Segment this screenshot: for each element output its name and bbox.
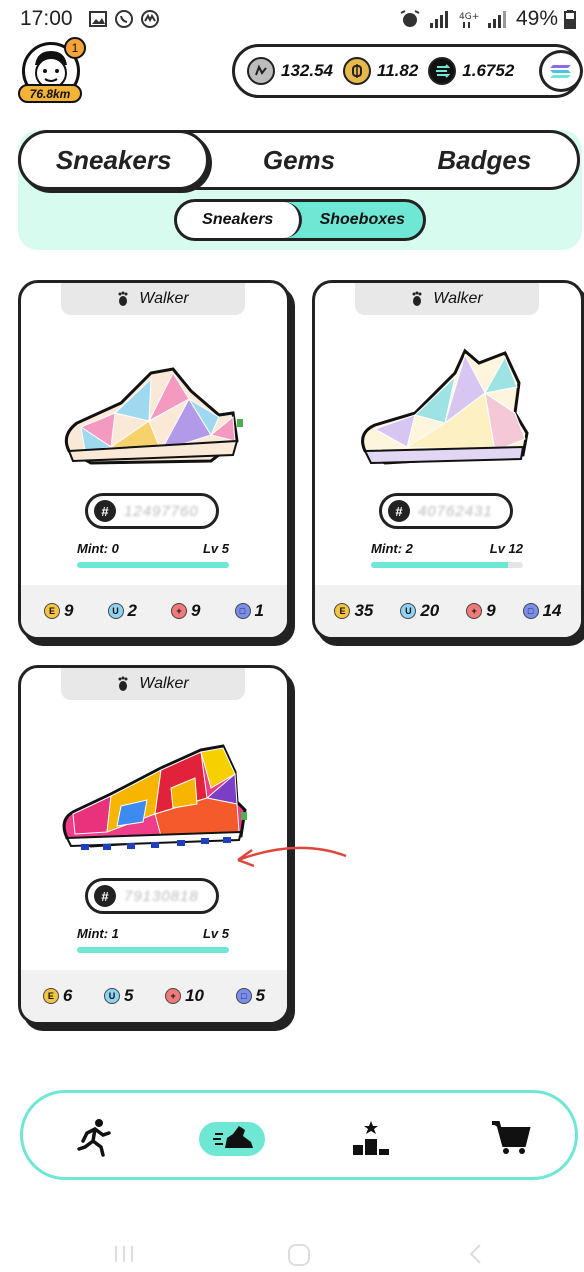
sneaker-image bbox=[361, 348, 529, 465]
sneaker-image bbox=[62, 744, 247, 850]
subtab-sneakers[interactable]: Sneakers bbox=[177, 202, 302, 238]
battery-percent: 49% bbox=[515, 7, 558, 30]
wallet-balances[interactable]: 132.54 11.82 1.6752 bbox=[232, 44, 583, 98]
footprint-icon bbox=[118, 676, 128, 691]
sneaker-level: Lv 5 bbox=[202, 926, 229, 941]
comfort-icon: + bbox=[171, 603, 188, 619]
footprint-icon bbox=[118, 291, 128, 306]
comfort-icon: + bbox=[165, 988, 182, 1004]
gmt-coin-icon bbox=[343, 57, 371, 85]
4g-icon: 4G+ bbox=[459, 12, 479, 28]
cart-icon bbox=[492, 1121, 531, 1154]
nav-leaderboard-button[interactable] bbox=[341, 1113, 401, 1161]
subtab-shoeboxes[interactable]: Shoeboxes bbox=[302, 202, 424, 238]
sneaker-id-field: # 12497760 bbox=[85, 493, 219, 529]
sneaker-image bbox=[64, 367, 243, 465]
clock: 17:00 bbox=[20, 7, 73, 30]
tab-sneakers[interactable]: Sneakers bbox=[18, 130, 210, 190]
sneaker-type-label: Walker bbox=[355, 283, 539, 315]
sol-coin-icon bbox=[428, 57, 457, 85]
mint-count: Mint: 1 bbox=[77, 926, 119, 941]
attribute-row: E 35 U 20 +9 □ 14 bbox=[315, 585, 581, 637]
home-icon[interactable] bbox=[286, 1242, 312, 1268]
level-progress-bar bbox=[371, 562, 523, 568]
mint-count: Mint: 2 bbox=[371, 541, 413, 556]
footprint-icon bbox=[412, 291, 422, 306]
alarm-icon bbox=[400, 10, 420, 27]
podium-icon bbox=[353, 1121, 389, 1155]
tab-badges[interactable]: Badges bbox=[392, 133, 577, 187]
signal-icon-2 bbox=[487, 11, 506, 28]
sneaker-level: Lv 5 bbox=[202, 541, 229, 556]
comfort-icon: + bbox=[466, 603, 483, 619]
sneaker-card[interactable]: Walker # 40762431 Mint: 2 Lv 12 E 35 U 20 … bbox=[312, 280, 584, 640]
sneaker-id-field: # 79130818 bbox=[85, 878, 219, 914]
sneaker-type-label: Walker bbox=[61, 668, 245, 700]
attribute-row: E6 U5 +10 □ 5 bbox=[21, 970, 287, 1022]
solana-icon bbox=[550, 65, 571, 78]
status-bar: 17:00 4G+ 49% bbox=[0, 0, 584, 40]
signal-icon bbox=[429, 11, 448, 28]
nav-marketplace-button[interactable] bbox=[481, 1113, 541, 1161]
level-progress-bar bbox=[77, 947, 229, 953]
luck-icon: U bbox=[400, 603, 417, 619]
profile-avatar-button[interactable]: 1 76.8km bbox=[18, 37, 86, 103]
system-nav-bar bbox=[0, 1236, 584, 1272]
sneaker-card[interactable]: Walker # 12497760 Mint: 0 Lv 5 E9 U2 +9 … bbox=[18, 280, 290, 640]
runner-icon bbox=[77, 1119, 111, 1157]
luck-icon: U bbox=[103, 988, 120, 1004]
whatsapp-icon bbox=[115, 10, 133, 28]
resilience-icon: □ bbox=[234, 603, 251, 619]
hash-icon: # bbox=[94, 500, 116, 522]
resilience-icon: □ bbox=[522, 603, 539, 619]
attribute-row: E9 U2 +9 □ 1 bbox=[21, 585, 287, 637]
solana-chain-button[interactable] bbox=[539, 50, 583, 92]
efficiency-icon: E bbox=[334, 603, 351, 619]
hash-icon: # bbox=[388, 500, 410, 522]
gmt-balance: 11.82 bbox=[343, 57, 418, 85]
back-icon[interactable] bbox=[466, 1242, 486, 1266]
category-tabs: Sneakers Gems Badges bbox=[18, 130, 580, 190]
app-notification-icon bbox=[141, 10, 159, 28]
mint-count: Mint: 0 bbox=[77, 541, 119, 556]
hash-icon: # bbox=[94, 885, 116, 907]
efficiency-icon: E bbox=[42, 988, 59, 1004]
bottom-nav bbox=[20, 1090, 578, 1180]
tab-gems[interactable]: Gems bbox=[206, 133, 391, 187]
sneaker-id-field: # 40762431 bbox=[379, 493, 513, 529]
battery-icon bbox=[564, 10, 576, 29]
sneaker-card[interactable]: Walker # 79130818 Mint: 1 Lv 5 E6 U5 +10… bbox=[18, 665, 290, 1025]
luck-icon: U bbox=[107, 603, 124, 619]
nav-run-button[interactable] bbox=[63, 1113, 123, 1161]
sub-tabs: Sneakers Shoeboxes bbox=[174, 199, 426, 241]
resilience-icon: □ bbox=[235, 988, 252, 1004]
notification-badge: 1 bbox=[64, 37, 86, 59]
distance-badge: 76.8km bbox=[18, 84, 82, 103]
sneaker-icon bbox=[213, 1126, 253, 1148]
sneaker-level: Lv 12 bbox=[489, 541, 523, 556]
sol-balance: 1.6752 bbox=[428, 57, 514, 85]
level-progress-bar bbox=[77, 562, 229, 568]
gallery-icon bbox=[89, 11, 107, 27]
recent-apps-icon[interactable] bbox=[112, 1242, 136, 1266]
gst-balance: 132.54 bbox=[247, 57, 333, 85]
sneaker-type-label: Walker bbox=[61, 283, 245, 315]
nav-sneakers-button[interactable] bbox=[199, 1122, 265, 1156]
efficiency-icon: E bbox=[44, 603, 61, 619]
gst-coin-icon bbox=[247, 57, 275, 85]
svg-text:4G+: 4G+ bbox=[459, 12, 479, 22]
